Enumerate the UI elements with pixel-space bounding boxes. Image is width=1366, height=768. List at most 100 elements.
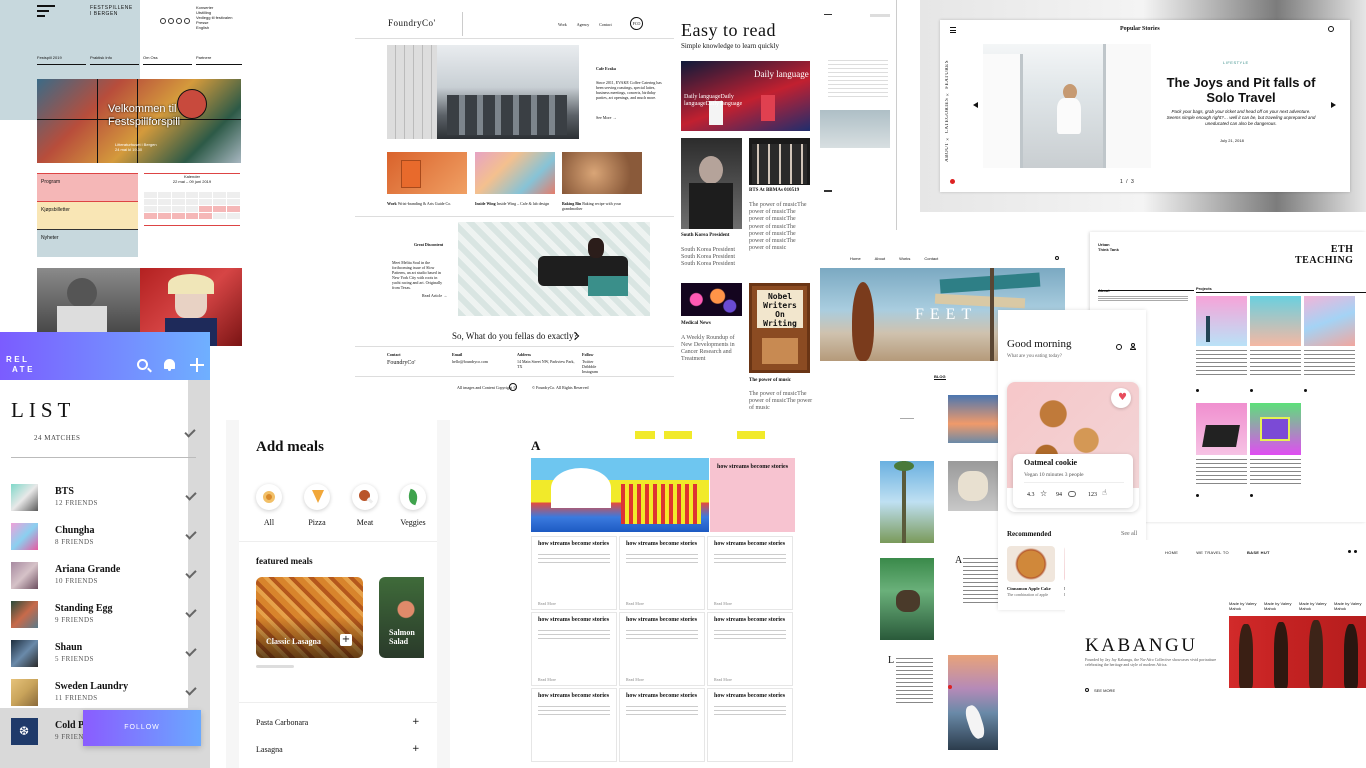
eth-nav-item[interactable]: About xyxy=(875,256,885,261)
meal-cat-pizza[interactable] xyxy=(304,484,330,510)
bts-photo[interactable] xyxy=(749,138,810,185)
fest-side-program[interactable]: Program xyxy=(37,173,138,201)
nobel-book-cover[interactable]: Nobel Writers On Writing xyxy=(749,283,810,373)
eth-blog-label[interactable]: BLOG xyxy=(934,374,946,380)
list-item[interactable]: Chungha 8 FRIENDS xyxy=(11,523,201,553)
user-icon[interactable] xyxy=(1130,343,1136,351)
search-icon[interactable] xyxy=(1328,26,1334,32)
fest-nav-item[interactable]: Partnere xyxy=(195,55,242,65)
teaching-project-1[interactable] xyxy=(1196,296,1247,346)
fest-side-news[interactable]: Nyheter xyxy=(37,229,138,257)
eth-thumb-3[interactable] xyxy=(948,461,998,511)
stream-card[interactable]: how streams become stories Read More xyxy=(531,612,617,686)
stream-card[interactable]: how streams become stories Read More xyxy=(531,536,617,610)
check-icon[interactable] xyxy=(185,528,197,540)
eth-thumb-2[interactable] xyxy=(880,461,934,543)
kabangu-nav-item[interactable]: HOME xyxy=(1165,550,1178,555)
footer-follow-link[interactable]: Instagram xyxy=(582,369,598,374)
plus-icon[interactable] xyxy=(190,358,204,372)
meal-cat-meat[interactable] xyxy=(352,484,378,510)
eth-thumb-1[interactable] xyxy=(948,395,998,443)
meal-cat-veggies[interactable] xyxy=(400,484,426,510)
comment-icon[interactable] xyxy=(1068,491,1076,497)
instagram-icon[interactable] xyxy=(176,18,182,24)
president-photo[interactable] xyxy=(681,138,742,229)
fest-nav-item[interactable]: Om Oss xyxy=(142,55,192,65)
stream-card[interactable]: how streams become stories Read More xyxy=(707,612,793,686)
list-item[interactable]: Sweden Laundry 11 FRIENDS xyxy=(11,679,201,709)
meal-cat-all[interactable] xyxy=(256,484,282,510)
search-icon[interactable] xyxy=(1116,344,1122,350)
list-item[interactable]: Ariana Grande 10 FRIENDS xyxy=(11,562,201,592)
featured-scrollbar[interactable] xyxy=(256,665,294,668)
fest-menu-item[interactable]: English xyxy=(196,25,232,30)
streams-logo[interactable]: A xyxy=(531,438,540,454)
heart-icon[interactable]: ♥ xyxy=(1111,388,1131,408)
rec-photo-1[interactable] xyxy=(1007,546,1055,582)
meal-list-item-1[interactable]: Pasta Carbonara xyxy=(256,718,308,727)
work-thumb-3[interactable] xyxy=(562,152,642,194)
star-icon[interactable]: ☆ xyxy=(1040,490,1047,498)
travel-tag[interactable]: LIFESTYLE xyxy=(1223,60,1249,65)
footer-email[interactable]: hello@foundryco.com xyxy=(452,359,488,364)
add-lasagna-button[interactable]: + xyxy=(340,634,352,646)
stream-card[interactable]: how streams become stories xyxy=(707,688,793,762)
relate-logo[interactable]: REL ATE xyxy=(6,355,35,375)
see-all-link[interactable]: See all xyxy=(1121,531,1137,537)
work-thumb-1[interactable] xyxy=(387,152,467,194)
teaching-project-2[interactable] xyxy=(1250,296,1301,346)
stream-card[interactable]: how streams become stories xyxy=(619,688,705,762)
foundry-badge[interactable]: FCO xyxy=(630,17,643,30)
teaching-project-3[interactable] xyxy=(1304,296,1355,346)
kabangu-more-link[interactable]: SEE MORE xyxy=(1094,688,1115,693)
great-more-link[interactable]: Read Article → xyxy=(422,293,447,298)
foundry-logo[interactable]: FoundryCo' xyxy=(388,18,436,28)
work-thumb-2[interactable] xyxy=(475,152,555,194)
foundry-nav-agency[interactable]: Agency xyxy=(577,22,589,27)
list-item[interactable]: Shaun 5 FRIENDS xyxy=(11,640,201,670)
fest-nav-item[interactable]: Festspill 2019 xyxy=(37,55,86,65)
fest-nav-item[interactable]: Praktisk Info xyxy=(89,55,139,65)
teaching-project-5[interactable] xyxy=(1250,403,1301,455)
kabangu-photo[interactable] xyxy=(1229,616,1366,688)
youtube-icon[interactable] xyxy=(184,18,190,24)
medical-photo[interactable] xyxy=(681,283,742,316)
travel-next-arrow[interactable] xyxy=(1331,102,1336,108)
list-item[interactable]: Standing Egg 9 FRIENDS xyxy=(11,601,201,631)
menu-icon[interactable] xyxy=(950,27,956,33)
list-item[interactable]: BTS 12 FRIENDS xyxy=(11,484,201,514)
foundry-nav-contact[interactable]: Contact xyxy=(599,22,611,27)
facebook-icon[interactable] xyxy=(160,18,166,24)
check-icon[interactable] xyxy=(185,645,197,657)
check-icon[interactable] xyxy=(185,684,197,696)
follow-button[interactable]: FOLLOW xyxy=(83,710,201,746)
add-icon[interactable]: + xyxy=(412,717,420,727)
streams-hero[interactable] xyxy=(531,458,709,532)
add-icon[interactable]: + xyxy=(412,744,420,754)
kabangu-nav-item[interactable]: WE TRAVEL TO xyxy=(1196,550,1229,555)
cafe-more-link[interactable]: See More → xyxy=(596,115,616,120)
foundry-nav-work[interactable]: Work xyxy=(558,22,567,27)
eth-nav-item[interactable]: Home xyxy=(850,256,861,261)
eth-nav-item[interactable]: Works xyxy=(899,256,910,261)
travel-prev-arrow[interactable] xyxy=(973,102,978,108)
stream-card[interactable]: how streams become stories xyxy=(531,688,617,762)
fest-side-tickets[interactable]: Kjøpsbilletter xyxy=(37,201,138,229)
kabangu-nav-item[interactable]: BASE HUT xyxy=(1247,550,1270,555)
bell-icon[interactable] xyxy=(164,359,175,369)
eth-thumb-4[interactable] xyxy=(880,558,934,640)
search-icon[interactable] xyxy=(1055,256,1059,260)
eth-nav-item[interactable]: Contact xyxy=(924,256,938,261)
check-icon[interactable] xyxy=(185,606,197,618)
thumbs-up-icon[interactable]: ☝ xyxy=(1102,489,1107,497)
menu-icon[interactable] xyxy=(37,5,55,19)
stream-card[interactable]: how streams become stories Read More xyxy=(619,612,705,686)
meal-list-item-2[interactable]: Lasagna xyxy=(256,745,283,754)
stream-card[interactable]: how streams become stories Read More xyxy=(619,536,705,610)
stream-card[interactable]: how streams become stories Read More xyxy=(707,536,793,610)
check-icon[interactable] xyxy=(185,567,197,579)
foundry-cta[interactable]: So, What do you fellas do exactly? xyxy=(452,331,578,341)
twitter-icon[interactable] xyxy=(168,18,174,24)
check-icon[interactable] xyxy=(185,489,197,501)
teaching-project-4[interactable] xyxy=(1196,403,1247,455)
